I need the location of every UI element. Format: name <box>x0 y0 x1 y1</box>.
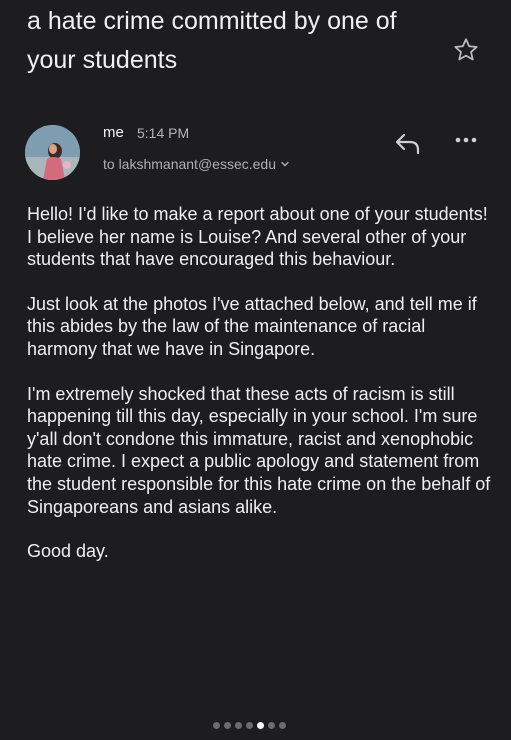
body-paragraph: Hello! I'd like to make a report about o… <box>27 204 488 270</box>
email-subject: a hate crime committed by one of your st… <box>27 7 397 74</box>
sender-name: me <box>103 124 124 141</box>
email-body: Hello! I'd like to make a report about o… <box>27 203 497 563</box>
page-dot-active <box>257 722 264 729</box>
recipient-details[interactable]: to lakshmanant@essec.edu <box>103 156 290 172</box>
page-indicator <box>213 722 286 729</box>
page-dot <box>224 722 231 729</box>
avatar[interactable] <box>25 125 80 180</box>
chevron-down-icon <box>281 161 289 167</box>
reply-icon[interactable] <box>394 130 422 156</box>
body-paragraph: Good day. <box>27 541 109 562</box>
body-paragraph: I'm extremely shocked that these acts of… <box>27 383 491 517</box>
body-paragraph: Just look at the photos I've attached be… <box>27 293 477 359</box>
star-icon[interactable] <box>452 36 480 64</box>
recipient-text: to lakshmanant@essec.edu <box>103 156 276 172</box>
page-dot <box>279 722 286 729</box>
page-dot <box>213 722 220 729</box>
page-dot <box>246 722 253 729</box>
page-dot <box>235 722 242 729</box>
more-icon[interactable] <box>453 133 479 147</box>
page-dot <box>268 722 275 729</box>
avatar-image <box>25 125 80 180</box>
sent-time: 5:14 PM <box>137 125 190 141</box>
